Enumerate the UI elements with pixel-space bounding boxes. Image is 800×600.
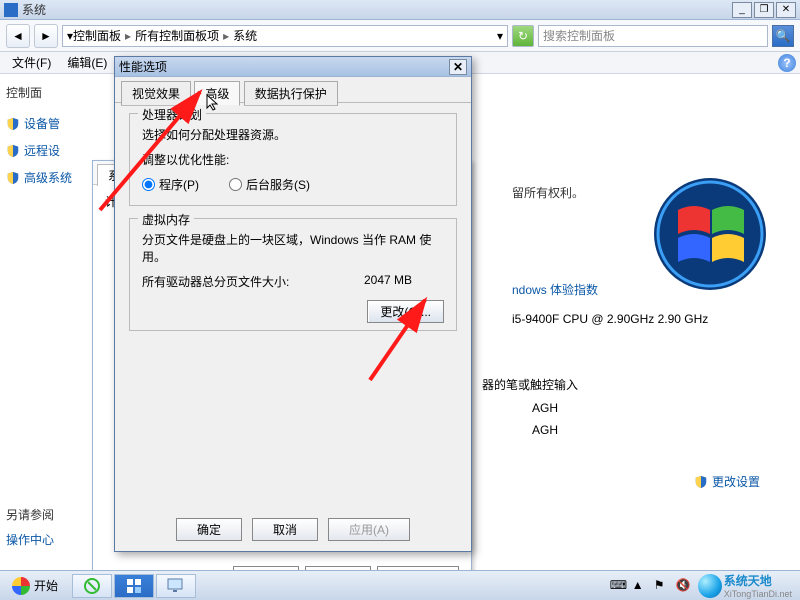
vm-total-value: 2047 MB xyxy=(364,273,444,290)
start-button[interactable]: 开始 xyxy=(4,575,66,597)
vm-total-label: 所有驱动器总分页文件大小: xyxy=(142,273,364,290)
start-orb-icon xyxy=(12,577,30,595)
shield-icon xyxy=(6,144,20,158)
taskbar-ie-icon[interactable] xyxy=(72,574,112,598)
radio-programs-input[interactable] xyxy=(142,178,155,191)
help-icon[interactable]: ? xyxy=(778,54,796,72)
sidebar-item-device-manager[interactable]: 设备管 xyxy=(6,115,86,132)
tray-flag-icon[interactable]: ⚑ xyxy=(654,578,670,594)
taskbar: 开始 ⌨ ▲ ⚑ 🔇 系统天地 XiTongTianDi.net xyxy=(0,570,800,600)
address-bar: ◄ ► ▾ 控制面板 ▸ 所有控制面板项 ▸ 系统 ▾ ↻ 搜索控制面板 🔍 xyxy=(0,20,800,52)
change-settings-link[interactable]: 更改设置 xyxy=(694,473,760,490)
computer-name-1: AGH xyxy=(532,401,780,415)
menu-edit[interactable]: 编辑(E) xyxy=(59,52,115,73)
sidebar-home[interactable]: 控制面 xyxy=(6,84,86,101)
shield-icon xyxy=(6,171,20,185)
dialog-close-button[interactable]: ✕ xyxy=(449,59,467,75)
scheduling-desc: 选择如何分配处理器资源。 xyxy=(142,126,444,143)
dialog-body: 处理器计划 选择如何分配处理器资源。 调整以优化性能: 程序(P) 后台服务(S… xyxy=(115,103,471,513)
sidebar-action-center[interactable]: 操作中心 xyxy=(6,531,86,548)
back-button[interactable]: ◄ xyxy=(6,24,30,48)
app-icon xyxy=(4,3,18,17)
minimize-button[interactable]: _ xyxy=(732,2,752,18)
group-legend: 虚拟内存 xyxy=(138,211,194,228)
dialog-tabs: 视觉效果 高级 数据执行保护 xyxy=(115,77,471,103)
tab-dep[interactable]: 数据执行保护 xyxy=(244,81,338,106)
sidebar-item-advanced-system[interactable]: 高级系统 xyxy=(6,169,86,186)
watermark: 系统天地 XiTongTianDi.net xyxy=(698,572,792,599)
computer-name-2: AGH xyxy=(532,423,780,437)
refresh-button[interactable]: ↻ xyxy=(512,25,534,47)
vm-change-button[interactable]: 更改(C)... xyxy=(367,300,444,323)
breadcrumb-control-panel[interactable]: 控制面板 xyxy=(73,27,121,44)
virtual-memory-group: 虚拟内存 分页文件是硬盘上的一块区域，Windows 当作 RAM 使用。 所有… xyxy=(129,218,457,331)
system-tray: ⌨ ▲ ⚑ 🔇 系统天地 XiTongTianDi.net xyxy=(610,572,796,599)
breadcrumb-system[interactable]: 系统 xyxy=(233,27,257,44)
vm-desc: 分页文件是硬盘上的一块区域，Windows 当作 RAM 使用。 xyxy=(142,231,444,265)
cancel-button[interactable]: 取消 xyxy=(252,518,318,541)
window-titlebar: 系统 _ ❐ ✕ xyxy=(0,0,800,20)
tray-chevron-icon[interactable]: ▲ xyxy=(632,578,648,594)
tray-volume-icon[interactable]: 🔇 xyxy=(676,578,692,594)
tab-visual-effects[interactable]: 视觉效果 xyxy=(121,81,191,106)
radio-background[interactable]: 后台服务(S) xyxy=(229,176,310,193)
restore-button[interactable]: ❐ xyxy=(754,2,774,18)
optimize-label: 调整以优化性能: xyxy=(142,151,444,168)
shield-icon xyxy=(694,475,708,489)
sidebar-see-also: 另请参阅 xyxy=(6,506,86,523)
sidebar: 控制面 设备管 远程设 高级系统 另请参阅 操作中心 xyxy=(0,74,92,570)
performance-options-dialog: 性能选项 ✕ 视觉效果 高级 数据执行保护 处理器计划 选择如何分配处理器资源。… xyxy=(114,56,472,552)
taskbar-monitor-icon[interactable] xyxy=(156,574,196,598)
forward-button[interactable]: ► xyxy=(34,24,58,48)
ok-button[interactable]: 确定 xyxy=(176,518,242,541)
breadcrumb-all-items[interactable]: 所有控制面板项 xyxy=(135,27,219,44)
breadcrumb[interactable]: ▾ 控制面板 ▸ 所有控制面板项 ▸ 系统 ▾ xyxy=(62,25,508,47)
shield-icon xyxy=(6,117,20,131)
dialog-titlebar[interactable]: 性能选项 ✕ xyxy=(115,57,471,77)
radio-programs[interactable]: 程序(P) xyxy=(142,176,199,193)
search-input[interactable]: 搜索控制面板 xyxy=(538,25,768,47)
group-legend: 处理器计划 xyxy=(138,106,206,123)
sidebar-item-remote-settings[interactable]: 远程设 xyxy=(6,142,86,159)
windows-logo xyxy=(650,174,770,297)
dialog-button-row: 确定 取消 应用(A) xyxy=(115,518,471,541)
processor-scheduling-group: 处理器计划 选择如何分配处理器资源。 调整以优化性能: 程序(P) 后台服务(S… xyxy=(129,113,457,206)
close-button[interactable]: ✕ xyxy=(776,2,796,18)
dialog-title: 性能选项 xyxy=(119,58,449,75)
search-button[interactable]: 🔍 xyxy=(772,25,794,47)
radio-background-input[interactable] xyxy=(229,178,242,191)
taskbar-app-icon[interactable] xyxy=(114,574,154,598)
menu-file[interactable]: 文件(F) xyxy=(4,52,59,73)
tab-advanced[interactable]: 高级 xyxy=(194,81,240,106)
cpu-info: i5-9400F CPU @ 2.90GHz 2.90 GHz xyxy=(512,312,780,326)
apply-button[interactable]: 应用(A) xyxy=(328,518,410,541)
globe-icon xyxy=(698,574,722,598)
window-title: 系统 xyxy=(22,1,732,18)
pen-info: 器的笔或触控输入 xyxy=(482,376,780,393)
tray-keyboard-icon[interactable]: ⌨ xyxy=(610,578,626,594)
